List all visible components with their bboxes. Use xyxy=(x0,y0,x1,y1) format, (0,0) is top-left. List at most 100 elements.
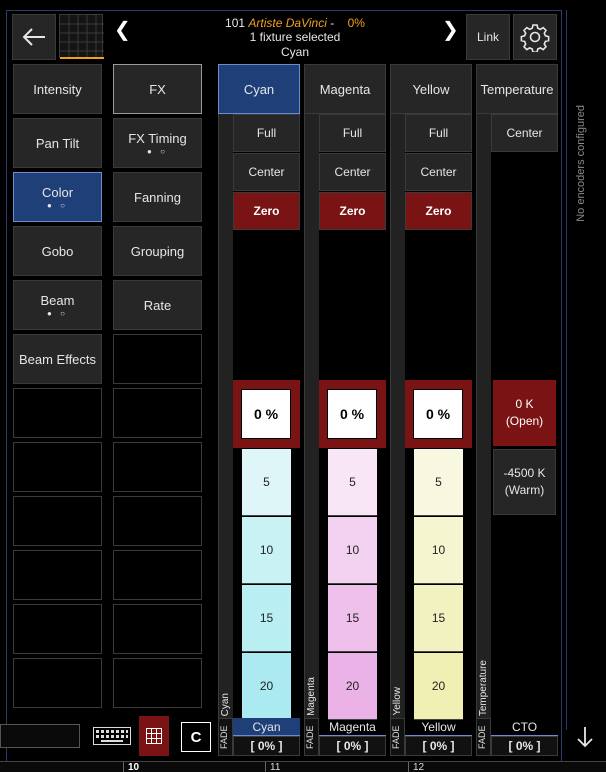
yellow-strip: Yellow xyxy=(390,114,405,720)
left-tile-intensity[interactable]: Intensity xyxy=(13,64,102,114)
left-tile-empty xyxy=(13,388,102,438)
magenta-full-button[interactable]: Full xyxy=(319,114,386,152)
right-tile-empty xyxy=(113,604,202,654)
left-tile-beam[interactable]: Beam ● ○ xyxy=(13,280,102,330)
temperature-header[interactable]: Temperature xyxy=(476,64,558,114)
link-button[interactable]: Link xyxy=(466,14,510,60)
settings-button[interactable] xyxy=(513,14,557,60)
chevron-left-icon[interactable]: ❮ xyxy=(114,17,131,42)
right-tile-fanning[interactable]: Fanning xyxy=(113,172,202,222)
back-button[interactable] xyxy=(12,14,56,60)
right-tile-empty xyxy=(113,550,202,600)
temperature-fade-value: [ 0% ] xyxy=(491,736,558,756)
temperature-warm-button[interactable]: -4500 K (Warm) xyxy=(493,449,556,515)
magenta-header[interactable]: Magenta xyxy=(304,64,386,114)
magenta-scale-step[interactable]: 10 xyxy=(328,517,377,584)
temperature-open-value: 0 K xyxy=(515,397,534,411)
tile-label: Color xyxy=(41,184,74,200)
temperature-open-button[interactable]: 0 K (Open) xyxy=(493,380,556,446)
page-11[interactable]: 11 xyxy=(265,762,405,772)
scroll-down-button[interactable] xyxy=(570,722,600,752)
fixture-name: Artiste DaVinci xyxy=(248,16,327,30)
yellow-value-display: 0 % xyxy=(413,389,463,439)
cyan-fade-row[interactable]: FADE Cyan[ 0% ] xyxy=(218,718,300,756)
yellow-scale-step[interactable]: 5 xyxy=(414,449,463,516)
yellow-fade-row[interactable]: FADE Yellow[ 0% ] xyxy=(390,718,472,756)
cyan-header[interactable]: Cyan xyxy=(218,64,300,114)
temperature-strip-label: Temperature xyxy=(478,659,489,716)
right-tile-empty xyxy=(113,496,202,546)
left-tile-gobo[interactable]: Gobo xyxy=(13,226,102,276)
right-tile-empty xyxy=(113,658,202,708)
temperature-fade-name: CTO xyxy=(491,718,558,736)
right-tile-fx-timing[interactable]: FX Timing ● ○ xyxy=(113,118,202,168)
yellow-fade-value: [ 0% ] xyxy=(405,736,472,756)
left-tile-empty xyxy=(13,604,102,654)
yellow-value-frame[interactable]: 0 % xyxy=(405,380,472,448)
right-tile-fx[interactable]: FX xyxy=(113,64,202,114)
yellow-scale-step[interactable]: 15 xyxy=(414,585,463,652)
magenta-value-frame[interactable]: 0 % xyxy=(319,380,386,448)
right-tile-rate[interactable]: Rate xyxy=(113,280,202,330)
grid-view-button[interactable] xyxy=(139,716,169,756)
left-tile-color[interactable]: Color ● ○ xyxy=(13,172,102,222)
command-input[interactable] xyxy=(0,724,80,748)
right-tile-grouping[interactable]: Grouping xyxy=(113,226,202,276)
cyan-center-button[interactable]: Center xyxy=(233,153,300,191)
cyan-fade-label: FADE xyxy=(218,718,233,756)
magenta-fade-label: FADE xyxy=(304,718,319,756)
temperature-fade-label: FADE xyxy=(476,718,491,756)
fixture-intensity: 0% xyxy=(347,16,365,30)
cyan-full-button[interactable]: Full xyxy=(233,114,300,152)
fixture-thumbnail[interactable] xyxy=(59,14,104,59)
yellow-zero-button[interactable]: Zero xyxy=(405,192,472,230)
cyan-scale-step[interactable]: 10 xyxy=(242,517,291,584)
fixture-header: 101 Artiste DaVinci - 0% xyxy=(130,16,460,30)
magenta-center-button[interactable]: Center xyxy=(319,153,386,191)
temperature-strip: Temperature xyxy=(476,114,491,720)
yellow-center-button[interactable]: Center xyxy=(405,153,472,191)
cyan-strip: Cyan xyxy=(218,114,233,720)
cyan-value-frame[interactable]: 0 % xyxy=(233,380,300,448)
tile-label: Fanning xyxy=(134,189,181,205)
page-10[interactable]: 10 xyxy=(123,762,263,772)
page-dots-indicator: ● ○ xyxy=(47,200,68,210)
encoder-area: No encoders configured xyxy=(566,10,602,730)
tile-label: Beam xyxy=(40,292,75,308)
yellow-scale-step[interactable]: 20 xyxy=(414,653,463,720)
magenta-scale-step[interactable]: 5 xyxy=(328,449,377,516)
tile-label: Pan Tilt xyxy=(35,135,80,151)
yellow-scale-step[interactable]: 10 xyxy=(414,517,463,584)
cyan-strip-label: Cyan xyxy=(220,692,231,716)
cyan-scale-step[interactable]: 20 xyxy=(242,653,291,720)
tile-label: FX xyxy=(149,81,166,97)
left-tile-beam-effects[interactable]: Beam Effects xyxy=(13,334,102,384)
temperature-center-button[interactable]: Center xyxy=(491,114,558,152)
tile-label: FX Timing xyxy=(128,130,187,146)
selection-count: 1 fixture selected xyxy=(249,30,341,44)
tile-label: Rate xyxy=(143,297,172,313)
clear-button[interactable]: C xyxy=(181,722,211,752)
temperature-open-label: (Open) xyxy=(505,414,544,428)
magenta-fade-row[interactable]: FADE Magenta[ 0% ] xyxy=(304,718,386,756)
cyan-scale-step[interactable]: 5 xyxy=(242,449,291,516)
keyboard-button[interactable] xyxy=(93,727,131,745)
left-tile-pan-tilt[interactable]: Pan Tilt xyxy=(13,118,102,168)
yellow-header[interactable]: Yellow xyxy=(390,64,472,114)
temperature-fade-row[interactable]: FADE CTO [ 0% ] xyxy=(476,718,558,756)
yellow-full-button[interactable]: Full xyxy=(405,114,472,152)
grid-icon xyxy=(146,728,162,744)
left-tile-empty xyxy=(13,550,102,600)
no-encoders-message: No encoders configured xyxy=(575,105,587,222)
page-12[interactable]: 12 xyxy=(408,762,548,772)
grid-preview-icon xyxy=(60,15,104,59)
cyan-fade-name: Cyan xyxy=(233,718,300,736)
magenta-zero-button[interactable]: Zero xyxy=(319,192,386,230)
tile-label: Intensity xyxy=(33,81,82,97)
magenta-scale-step[interactable]: 15 xyxy=(328,585,377,652)
tile-label: Grouping xyxy=(130,243,185,259)
magenta-scale-step[interactable]: 20 xyxy=(328,653,377,720)
cyan-scale-step[interactable]: 15 xyxy=(242,585,291,652)
yellow-strip-label: Yellow xyxy=(392,687,403,716)
cyan-zero-button[interactable]: Zero xyxy=(233,192,300,230)
